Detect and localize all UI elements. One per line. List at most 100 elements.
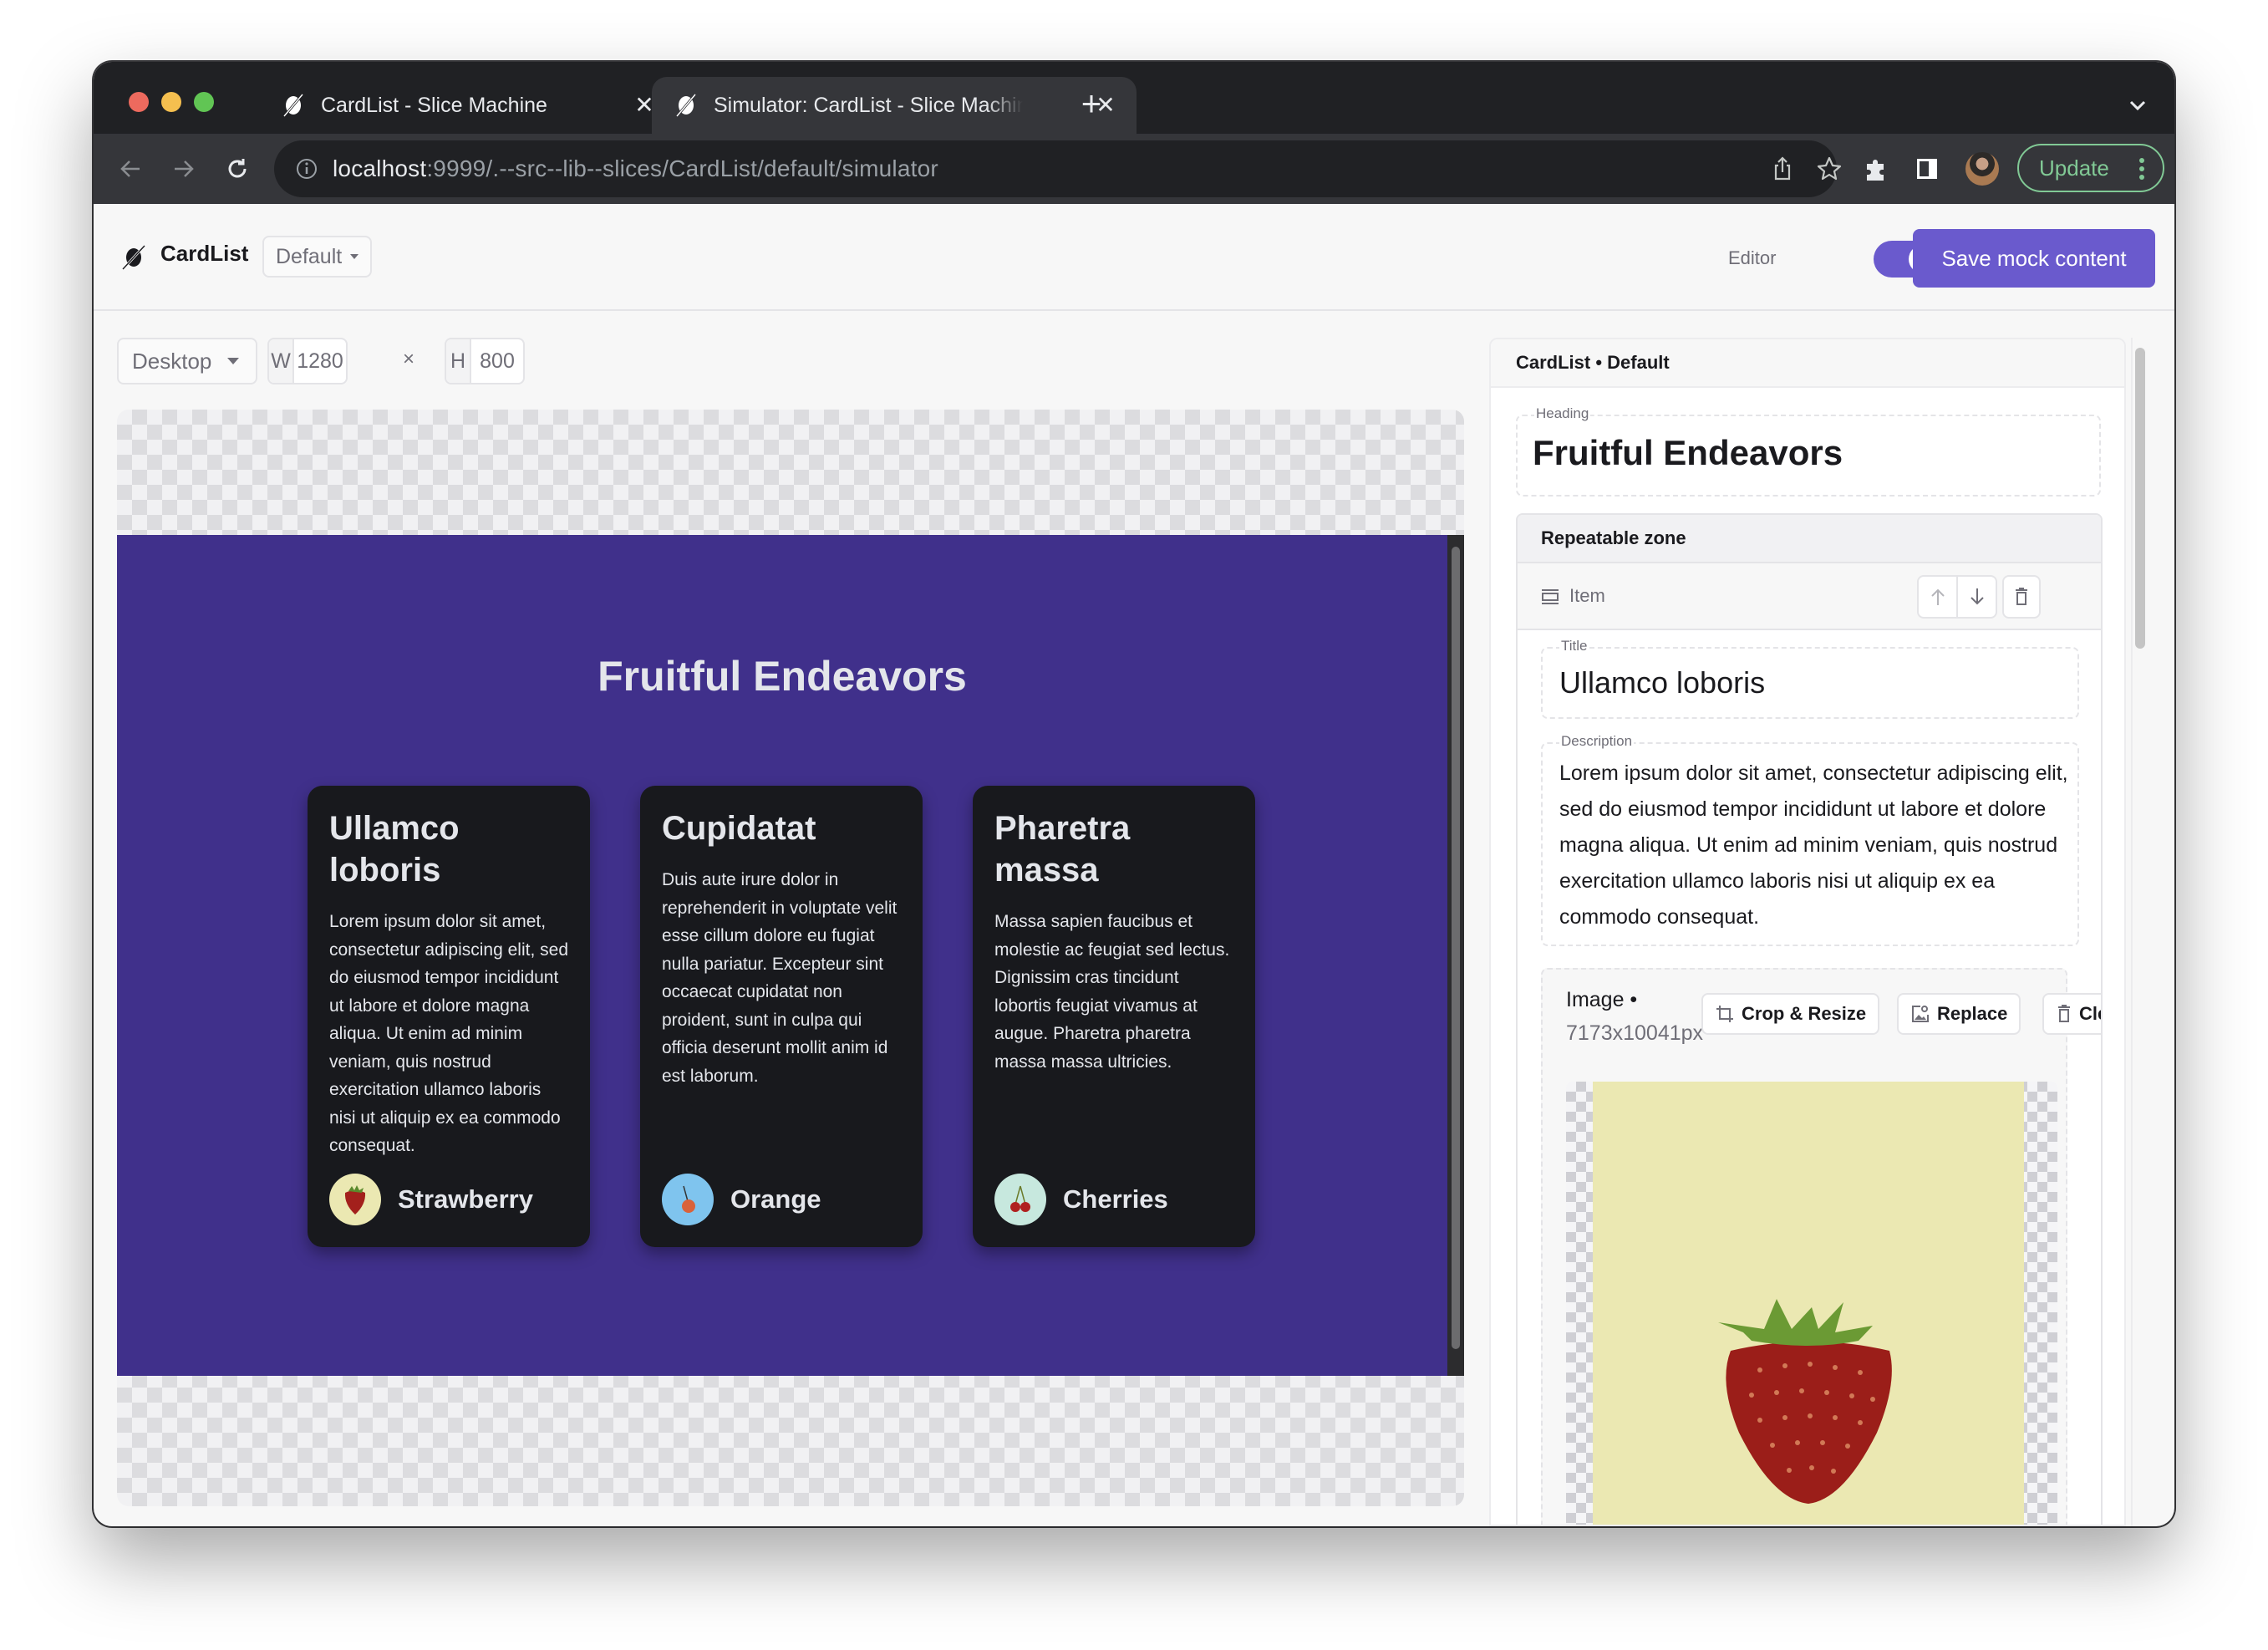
- fruit-name: Cherries: [1063, 1184, 1168, 1214]
- new-tab-button[interactable]: +: [1073, 86, 1110, 124]
- preview-scrollbar[interactable]: [1447, 535, 1464, 1376]
- fruit-name: Orange: [730, 1184, 821, 1214]
- trash-icon: [2016, 588, 2027, 605]
- arrow-up-icon: [1930, 588, 1945, 605]
- strawberry-photo: [1593, 1082, 2024, 1525]
- chevron-down-icon: [350, 254, 359, 259]
- card-title: Ullamco loboris: [329, 810, 460, 889]
- slice-heading: Fruitful Endeavors: [598, 653, 967, 700]
- screen-size-dropdown[interactable]: Desktop: [117, 338, 257, 384]
- arrow-left-icon: [120, 160, 140, 177]
- close-window-button[interactable]: [129, 92, 149, 112]
- cherries-icon: [1010, 1185, 1030, 1212]
- item-icon: [1542, 589, 1559, 604]
- image-search-icon: [1912, 1006, 1929, 1022]
- editor-panel: CardList • Default Heading Fruitful Ende…: [1489, 338, 2126, 1526]
- card-title: Cupidatat: [662, 810, 816, 847]
- address-bar[interactable]: localhost:9999/.--src--lib--slices/CardL…: [274, 140, 1842, 197]
- dimension-separator: ×: [403, 348, 415, 370]
- heading-field-value[interactable]: Fruitful Endeavors: [1533, 433, 1843, 473]
- card-description: Massa sapien faucibus et molestie ac feu…: [994, 912, 1230, 1072]
- url-text[interactable]: localhost:9999/.--src--lib--slices/CardL…: [333, 155, 938, 182]
- minimize-window-button[interactable]: [161, 92, 181, 112]
- slice-machine-favicon-icon: [672, 91, 700, 120]
- height-value[interactable]: 800: [471, 339, 523, 383]
- tab-title: CardList - Slice Machine: [321, 93, 547, 117]
- orange-image: [662, 1174, 714, 1225]
- strawberry-icon: [344, 1185, 366, 1215]
- move-item-buttons: [1917, 575, 1997, 619]
- clear-image-button[interactable]: Clear: [2042, 993, 2101, 1035]
- item-label: Item: [1569, 585, 1605, 606]
- move-up-button[interactable]: [1919, 577, 1958, 617]
- move-down-button[interactable]: [1958, 577, 1996, 617]
- replace-image-button[interactable]: Replace: [1897, 993, 2021, 1035]
- simulator-header: CardList Default Editor Save mock conten…: [94, 204, 2174, 311]
- editor-toggle-label: Editor: [1728, 247, 1777, 268]
- title-field-value[interactable]: Ullamco loboris: [1559, 665, 1765, 700]
- cherries-image: [994, 1174, 1046, 1225]
- tab-search-chevron-icon[interactable]: [2123, 90, 2153, 120]
- card: Pharetra massa Massa sapien faucibus et …: [973, 786, 1255, 1247]
- height-label: H: [446, 339, 471, 383]
- scrollbar-thumb[interactable]: [1452, 547, 1460, 1349]
- image-preview[interactable]: [1566, 1082, 2057, 1525]
- reload-button[interactable]: [219, 150, 256, 187]
- arrow-down-icon: [1970, 588, 1984, 605]
- variation-dropdown[interactable]: Default: [262, 236, 373, 278]
- trash-icon: [2058, 1005, 2070, 1022]
- heading-field-label: Heading: [1534, 405, 1591, 422]
- card: Cupidatat Duis aute irure dolor in repre…: [640, 786, 923, 1247]
- share-icon[interactable]: [1768, 155, 1797, 183]
- image-dimensions: 7173x10041px: [1566, 1021, 1704, 1045]
- card-footer: Cherries: [994, 1174, 1168, 1225]
- save-mock-content-button[interactable]: Save mock content: [1913, 229, 2155, 288]
- tab-simulator[interactable]: Simulator: CardList - Slice Machine ✕: [652, 77, 1137, 134]
- panel-breadcrumb: CardList • Default: [1491, 339, 2124, 388]
- crop-resize-button[interactable]: Crop & Resize: [1701, 993, 1880, 1035]
- maximize-window-button[interactable]: [194, 92, 214, 112]
- crop-resize-label: Crop & Resize: [1742, 1003, 1867, 1024]
- profile-avatar[interactable]: [1965, 152, 1999, 186]
- update-button[interactable]: Update: [2017, 144, 2164, 192]
- image-field: Image • 7173x10041px Crop & Resize Repla…: [1541, 968, 2101, 1525]
- height-input[interactable]: H 800: [445, 338, 525, 384]
- update-label: Update: [2039, 155, 2109, 181]
- panel-scrollbar[interactable]: [2131, 338, 2146, 1526]
- side-panel-icon[interactable]: [1912, 154, 1942, 184]
- back-button[interactable]: [112, 150, 149, 187]
- title-field[interactable]: Title Ullamco loboris: [1541, 638, 2079, 719]
- strawberry-image: [329, 1174, 381, 1225]
- width-label: W: [269, 339, 294, 383]
- slice-machine-logo-icon: [122, 245, 145, 270]
- width-input[interactable]: W 1280: [267, 338, 348, 384]
- slice-machine-favicon-icon: [279, 91, 308, 120]
- strawberry-image-icon: [1718, 1299, 1892, 1504]
- reload-icon: [228, 159, 247, 178]
- tab-strip: CardList - Slice Machine ✕ Simulator: Ca…: [94, 62, 2174, 134]
- image-field-label: Image •: [1566, 988, 1638, 1011]
- more-vertical-icon: [2139, 158, 2144, 180]
- description-field[interactable]: Description Lorem ipsum dolor sit amet, …: [1541, 733, 2079, 946]
- description-field-value[interactable]: Lorem ipsum dolor sit amet, consectetur …: [1559, 756, 2069, 935]
- heading-field[interactable]: Heading Fruitful Endeavors: [1516, 405, 2101, 497]
- repeatable-zone-title: Repeatable zone: [1518, 515, 2101, 563]
- card-footer: Orange: [662, 1174, 821, 1225]
- title-field-label: Title: [1559, 638, 1589, 654]
- slice-name: CardList: [160, 241, 249, 266]
- delete-item-button[interactable]: [2002, 575, 2041, 619]
- card-description: Duis aute irure dolor in reprehenderit i…: [662, 870, 898, 1086]
- variation-label: Default: [276, 244, 343, 268]
- width-value[interactable]: 1280: [294, 339, 346, 383]
- site-info-icon[interactable]: [294, 156, 319, 181]
- tab-title: Simulator: CardList - Slice Machine: [714, 93, 1023, 117]
- scrollbar-thumb[interactable]: [2135, 348, 2145, 649]
- repeatable-item-header: Item: [1518, 563, 2101, 630]
- arrow-right-icon: [175, 160, 194, 177]
- chevron-down-icon: [227, 358, 239, 364]
- bookmark-star-icon[interactable]: [1815, 155, 1843, 183]
- forward-button[interactable]: [165, 150, 202, 187]
- extensions-puzzle-icon[interactable]: [1860, 154, 1890, 184]
- browser-toolbar: localhost:9999/.--src--lib--slices/CardL…: [94, 134, 2174, 204]
- simulator-canvas: Fruitful Endeavors Ullamco loboris Lorem…: [117, 410, 1464, 1506]
